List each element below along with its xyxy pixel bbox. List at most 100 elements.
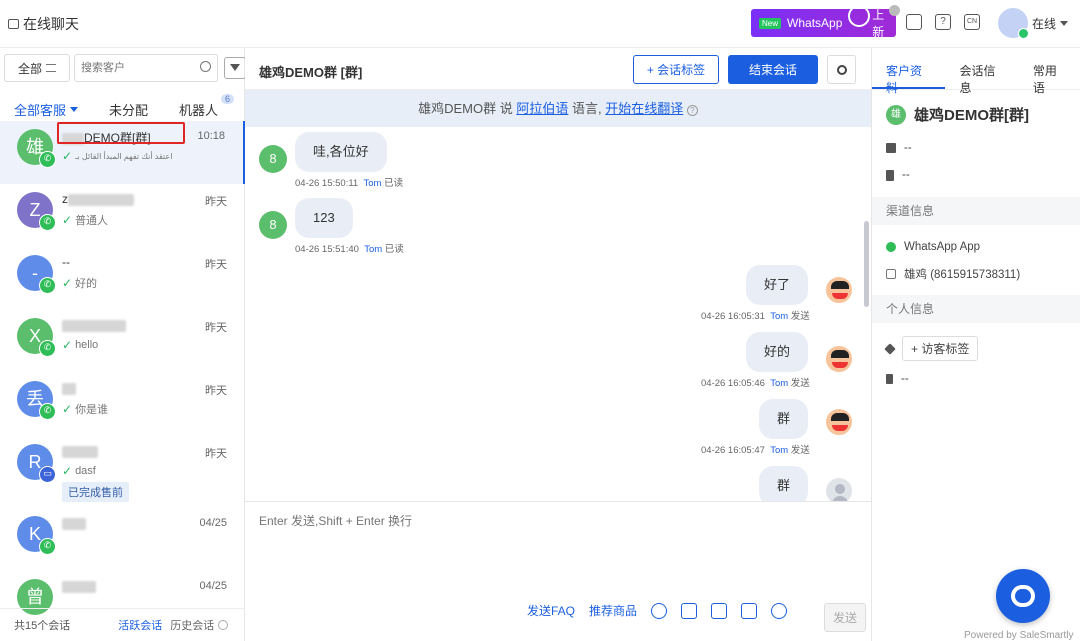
customer-panel: 客户资料 会话信息 常用语 雄 雄鸡DEMO群[群] -- -- 渠道信息 Wh… — [871, 48, 1080, 641]
chat-bubble-icon — [1011, 585, 1035, 607]
gear-icon — [836, 64, 847, 75]
link-icon[interactable] — [771, 602, 788, 619]
check-icon: ✓ — [62, 276, 73, 290]
tab-bot-label: 机器人 — [179, 103, 219, 118]
start-translation-link[interactable]: 开始在线翻译 — [605, 101, 683, 116]
search-box — [74, 54, 218, 82]
conversation-footer: 共15个会话 活跃会话 历史会话 — [0, 608, 245, 641]
scrollbar[interactable] — [864, 221, 869, 307]
top-bar: 在线聊天 New WhatsApp 上新 ? CN 在线 — [0, 0, 1080, 48]
help-icon[interactable]: ? — [935, 14, 951, 30]
message-channel-icon: ▭ — [39, 466, 56, 483]
message-list: 8 哇,各位好 04-26 15:50:11 Tom 已读 8 123 04-2… — [245, 127, 871, 501]
whatsapp-icon: ✆ — [39, 151, 56, 168]
active-conversations-link[interactable]: 活跃会话 — [118, 617, 162, 633]
chat-title: 雄鸡DEMO群 [群] — [259, 65, 363, 80]
customer-name: 雄 雄鸡DEMO群[群] — [886, 104, 1029, 125]
customer-phone: -- — [886, 169, 910, 181]
conversation-time: 04/25 — [199, 580, 227, 592]
chevron-down-icon — [70, 107, 79, 112]
avatar: 雄 — [886, 104, 906, 125]
language-cn-icon[interactable]: CN — [964, 14, 980, 30]
tab-quick-replies[interactable]: 常用语 — [1019, 48, 1080, 95]
send-button[interactable]: 发送 — [824, 603, 866, 632]
whatsapp-icon: ✆ — [39, 340, 56, 357]
check-icon: ✓ — [62, 464, 73, 478]
add-session-tag-button[interactable]: + 会话标签 — [633, 55, 719, 84]
avatar — [824, 275, 854, 305]
message-input[interactable] — [245, 502, 871, 592]
avatar: 8 — [259, 211, 287, 239]
agent-status-menu[interactable]: 在线 — [998, 8, 1069, 39]
highlight-box — [57, 122, 185, 144]
message-agent: Tom — [363, 178, 382, 189]
tab-session-info[interactable]: 会话信息 — [945, 48, 1018, 95]
tab-all-agents[interactable]: 全部客服 — [14, 100, 79, 123]
send-faq-link[interactable]: 发送FAQ — [527, 602, 575, 619]
preview-text: hello — [75, 339, 99, 351]
conversation-name: z — [62, 192, 134, 206]
channel-section-header: 渠道信息 — [872, 197, 1080, 225]
emoji-icon[interactable] — [651, 602, 668, 619]
new-badge: New — [759, 17, 782, 29]
chat-header: 雄鸡DEMO群 [群] + 会话标签 结束会话 — [245, 48, 871, 90]
message-time: 04-26 15:50:11 — [295, 178, 359, 189]
conversation-item[interactable]: Z ✆ z 昨天 ✓ 普通人 — [0, 184, 245, 247]
chevron-down-icon — [1060, 20, 1069, 26]
funnel-filter-icon[interactable] — [224, 57, 246, 79]
conversation-preview: ✓ dasf — [62, 464, 96, 478]
channel-app: WhatsApp App — [886, 241, 980, 253]
conversation-count: 共15个会话 — [14, 620, 71, 632]
message-meta: 04-26 16:05:46 Tom 发送 — [701, 375, 810, 389]
check-icon: ✓ — [62, 402, 73, 416]
conversation-item[interactable]: R ▭ 昨天 ✓ dasf 已完成售前 — [0, 436, 245, 508]
file-icon[interactable] — [711, 602, 728, 619]
layout-icon[interactable] — [906, 14, 922, 30]
filter-all-button[interactable]: 全部 — [4, 54, 70, 82]
video-icon[interactable] — [741, 602, 758, 619]
message-bubble: 好的 — [745, 332, 808, 372]
help-chat-button[interactable] — [996, 569, 1050, 623]
conversation-preview: ✓ hello — [62, 338, 98, 352]
search-icon[interactable] — [200, 61, 211, 72]
help-icon: ? — [686, 105, 698, 116]
customer-email: -- — [886, 142, 912, 154]
history-conversations-link[interactable]: 历史会话 — [170, 617, 214, 633]
message-status: 发送 — [790, 311, 810, 322]
recommend-products-link[interactable]: 推荐商品 — [589, 602, 637, 619]
tab-bot[interactable]: 机器人 6 — [179, 94, 235, 123]
message-agent: Tom — [770, 311, 789, 322]
redacted-text — [62, 319, 126, 332]
note-value: -- — [901, 373, 909, 385]
language-link[interactable]: 阿拉伯语 — [516, 101, 568, 116]
conversation-item[interactable]: 雄 ✆ DEMO群[群] 10:18 ✓ اعتقد أنك تفهم المبد… — [0, 121, 245, 184]
conversation-item[interactable]: X ✆ 昨天 ✓ hello — [0, 310, 245, 373]
filter-row: 全部 — [4, 54, 246, 82]
message-bubble: 123 — [295, 198, 353, 238]
message-status: 已读 — [384, 244, 404, 255]
status-badge: 已完成售前 — [62, 482, 129, 502]
chat-icon — [8, 19, 19, 29]
conversation-time: 昨天 — [205, 196, 227, 208]
close-badge-icon[interactable] — [889, 5, 900, 16]
tab-customer-profile[interactable]: 客户资料 — [872, 48, 946, 95]
image-icon[interactable] — [681, 602, 698, 619]
conversation-time: 04/25 — [199, 517, 227, 529]
conversation-item[interactable]: K ✆ 04/25 — [0, 508, 245, 571]
conversation-item[interactable]: - ✆ -- 昨天 ✓ 好的 — [0, 247, 245, 310]
settings-button[interactable] — [827, 55, 856, 84]
tab-unassigned[interactable]: 未分配 — [109, 100, 148, 123]
conversation-preview: ✓ 好的 — [62, 275, 97, 291]
conversation-item[interactable]: 丢 ✆ 昨天 ✓ 你是谁 — [0, 373, 245, 436]
customer-tabs: 客户资料 会话信息 常用语 — [872, 48, 1080, 95]
whatsapp-promo-banner[interactable]: New WhatsApp 上新 — [751, 5, 900, 39]
phone-icon — [886, 169, 894, 181]
conversation-time: 昨天 — [205, 259, 227, 271]
search-input[interactable] — [75, 55, 185, 81]
end-session-button[interactable]: 结束会话 — [728, 55, 818, 84]
preview-text: 好的 — [75, 278, 98, 290]
redacted-text — [62, 517, 86, 530]
check-icon: ✓ — [62, 338, 73, 352]
conversation-name — [62, 381, 76, 395]
add-visitor-tag-button[interactable]: + 访客标签 — [902, 336, 979, 361]
